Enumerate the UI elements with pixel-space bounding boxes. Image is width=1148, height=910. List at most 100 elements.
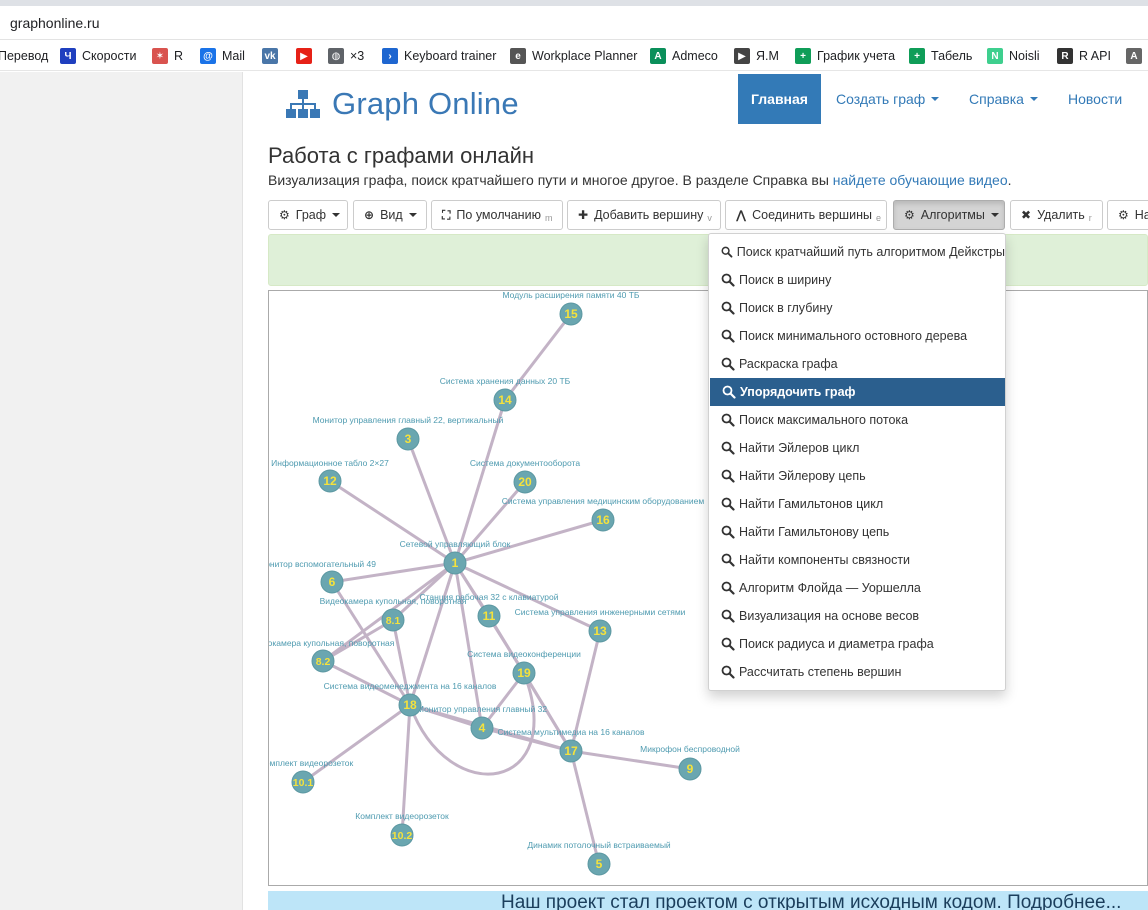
bookmark-noisli[interactable]: N Noisli [987,46,1040,66]
bookmark-label: Workplace Planner [532,49,638,63]
bookmark-r[interactable]: ✶ R [152,46,183,66]
toolbar-button-fullscreen[interactable]: ⛶ По умолчанию m [431,200,563,230]
address-url[interactable]: graphonline.ru [10,15,100,31]
bookmark-я-м[interactable]: ▶ Я.М [734,46,779,66]
algorithm-menu-item[interactable]: Найти Эйлерову цепь [709,462,1005,490]
algorithm-menu-item[interactable]: Найти Эйлеров цикл [709,434,1005,462]
graph-node-caption: Система управления медицинским оборудова… [502,496,705,506]
graph-node-12[interactable]: 12 [318,469,342,493]
site-brand[interactable]: Graph Online [332,86,519,122]
bookmark-bookmark-a-icon[interactable]: A [1126,46,1148,66]
graph-node-caption: Система видеоконференции [467,649,581,659]
toolbar-button-settings[interactable]: ⚙ На [1107,200,1148,230]
bookmark--3[interactable]: ◍ ×3 [328,46,364,66]
nav-news-label: Новости [1068,91,1123,107]
bookmark-r-api[interactable]: R R API [1057,46,1111,66]
algorithm-menu-item[interactable]: Поиск радиуса и диаметра графа [709,630,1005,658]
algorithm-menu-item[interactable]: Алгоритм Флойда — Уоршелла [709,574,1005,602]
page-title: Работа с графами онлайн [268,143,535,168]
graph-node-17[interactable]: 17 [559,739,583,763]
algorithm-menu-item[interactable]: Поиск кратчайший путь алгоритмом Дейкстр… [709,238,1005,266]
algorithm-menu-item[interactable]: Рассчитать степень вершин [709,658,1005,686]
toolbar-button-label: На [1134,208,1148,222]
bookmark-график-учета[interactable]: + График учета [795,46,895,66]
graph-edge-1-12[interactable] [329,479,456,565]
graph-node-15[interactable]: 15 [559,302,583,326]
graph-node-19[interactable]: 19 [512,661,536,685]
nav-home[interactable]: Главная [738,74,821,124]
search-icon [722,385,736,399]
graph-node-8.2[interactable]: 8.2 [311,649,335,673]
graph-node-13[interactable]: 13 [588,619,612,643]
address-bar[interactable]: graphonline.ru [0,6,1148,40]
graph-node-8.1[interactable]: 8.1 [381,608,405,632]
speed-icon: Ч [60,48,76,64]
lead-end: . [1007,172,1012,188]
bookmark-mail[interactable]: @ Mail [200,46,245,66]
graph-edge-18-10.1[interactable] [302,703,411,784]
graph-node-16[interactable]: 16 [591,508,615,532]
algorithm-menu-item[interactable]: Визуализация на основе весов [709,602,1005,630]
graph-node-caption: Информационное табло 2×27 [271,458,389,468]
bookmark-табель[interactable]: + Табель [909,46,972,66]
graph-node-6[interactable]: 6 [320,570,344,594]
bookmark-a-icon: A [1126,48,1142,64]
bookmark-workplace-planner[interactable]: e Workplace Planner [510,46,637,66]
toolbar-button-remove[interactable]: ✖ Удалить r [1010,200,1103,230]
bookmark-скорости[interactable]: Ч Скорости [60,46,136,66]
toolbar-button-cog[interactable]: ⚙ Алгоритмы [893,200,1005,230]
lead-text: Визуализация графа, поиск кратчайшего пу… [268,172,833,188]
site-logo[interactable]: Graph Online [286,86,519,122]
remove-icon: ✖ [1021,208,1032,222]
algorithm-menu-item[interactable]: Поиск в ширину [709,266,1005,294]
graph-node-11[interactable]: 11 [477,604,501,628]
nav-create-graph[interactable]: Создать граф [836,74,940,124]
graph-node-3[interactable]: 3 [396,427,420,451]
bookmark-keyboard-trainer[interactable]: › Keyboard trainer [382,46,496,66]
road-icon: ⋀ [736,208,747,222]
toolbar-button-label: Вид [380,208,403,222]
graph-node-5[interactable]: 5 [587,852,611,876]
graph-node-4[interactable]: 4 [470,716,494,740]
graph-node-14[interactable]: 14 [493,388,517,412]
algorithm-menu-item-label: Поиск кратчайший путь алгоритмом Дейкстр… [736,245,1005,259]
graph-node-label: 5 [596,857,603,871]
algorithm-menu-item[interactable]: Раскраска графа [709,350,1005,378]
bookmark-vk-icon[interactable]: vk [262,46,284,66]
graph-edge-14-15[interactable] [503,313,573,401]
tutorial-video-link[interactable]: найдете обучающие видео [833,172,1008,188]
toolbar-button-zoom[interactable]: ⊕ Вид [353,200,427,230]
open-source-banner[interactable]: Наш проект стал проектом с открытым исхо… [268,891,1148,910]
fullscreen-icon: ⛶ [442,207,451,222]
graph-edge-1-20[interactable] [453,481,527,564]
graph-node-label: 17 [564,744,578,758]
algorithm-menu-item[interactable]: Поиск минимального остовного дерева [709,322,1005,350]
chevron-down-icon [1029,97,1038,101]
toolbar-button-label: Удалить [1037,208,1085,222]
toolbar-button-plus[interactable]: ✚ Добавить вершину v [567,200,721,230]
graph-node-20[interactable]: 20 [513,470,537,494]
graph-node-1[interactable]: 1 [443,551,467,575]
graph-node-caption: окамера купольная, поворотная [269,638,395,648]
graph-node-18[interactable]: 18 [398,693,422,717]
nav-news[interactable]: Новости [1068,74,1122,124]
chevron-down-icon [408,213,417,217]
graph-node-9[interactable]: 9 [678,757,702,781]
toolbar-button-gear[interactable]: ⚙ Граф [268,200,348,230]
algorithm-menu-item[interactable]: Найти Гамильтонову цепь [709,518,1005,546]
graph-node-10.2[interactable]: 10.2 [390,823,414,847]
graph-node-label: 13 [593,624,607,638]
bookmark-youtube-icon[interactable]: ▶ [296,46,318,66]
algorithm-menu-item[interactable]: Упорядочить граф [710,378,1005,406]
bookmark-label: Я.М [756,49,779,63]
algorithm-menu-item[interactable]: Найти Гамильтонов цикл [709,490,1005,518]
graph-node-10.1[interactable]: 10.1 [291,770,315,794]
algorithm-menu-item-label: Поиск радиуса и диаметра графа [739,637,934,651]
algorithm-menu-item[interactable]: Поиск в глубину [709,294,1005,322]
toolbar-button-road[interactable]: ⋀ Соединить вершины e [725,200,887,230]
algorithm-menu-item[interactable]: Поиск максимального потока [709,406,1005,434]
nav-help[interactable]: Справка [969,74,1038,124]
algorithm-menu-item[interactable]: Найти компоненты связности [709,546,1005,574]
bookmark-перевод[interactable]: Перевод [0,46,48,66]
bookmark-admeco[interactable]: A Admeco [650,46,718,66]
